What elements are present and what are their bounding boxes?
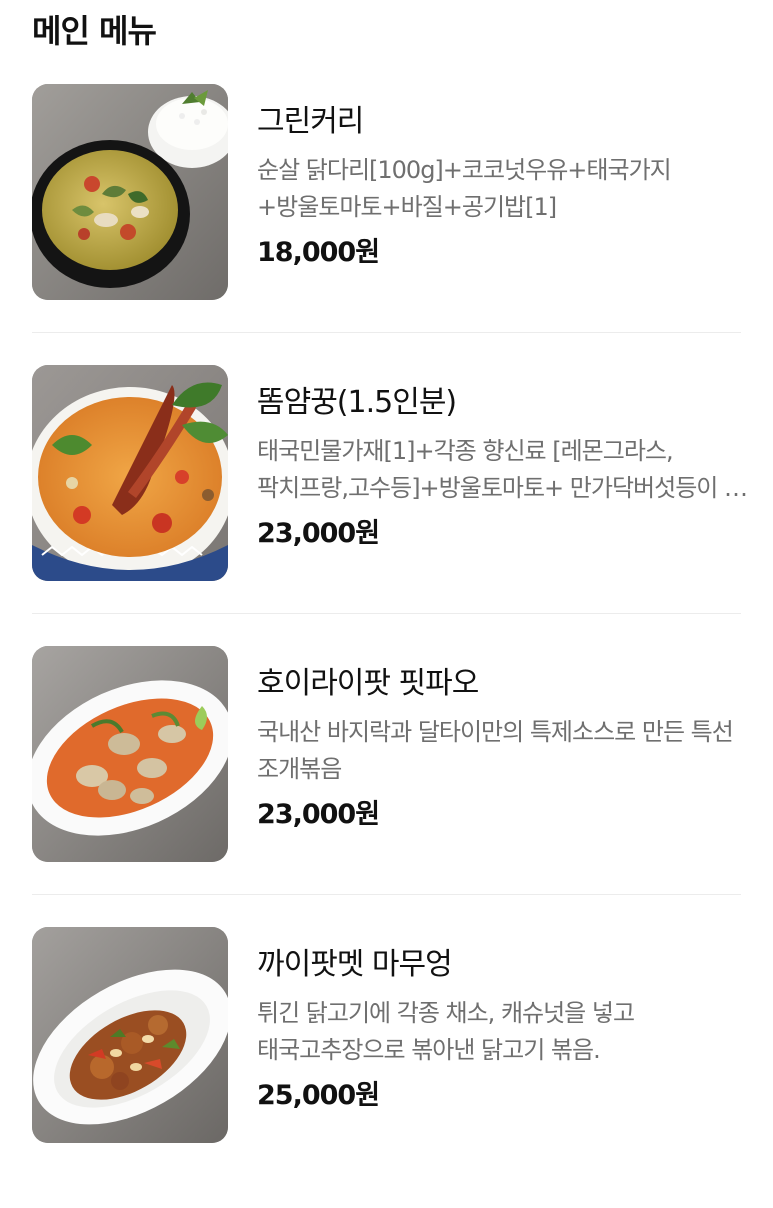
menu-item-description: 순살 닭다리[100g]+코코넛우유+태국가지+방울토마토+바질+공기밥[1] [257,156,672,221]
menu-item-info: 까이팟멧 마무엉 튀긴 닭고기에 각종 채소, 캐슈넛을 넣고 태국고추장으로 … [257,927,747,1115]
menu-item-price: 18,000원 [257,237,380,268]
menu-item-price: 23,000원 [257,518,380,549]
menu-item-description: 튀긴 닭고기에 각종 채소, 캐슈넛을 넣고 태국고추장으로 볶아낸 닭고기 볶… [257,999,635,1064]
menu-item-info: 똠얌꿍(1.5인분) 태국민물가재[1]+각종 향신료 [레몬그라스,팍치프랑,… [257,365,747,553]
menu-item-name: 호이라이팟 핏파오 [257,666,479,701]
menu-item[interactable]: 그린커리 순살 닭다리[100g]+코코넛우유+태국가지+방울토마토+바질+공기… [0,84,773,365]
menu-item-price: 25,000원 [257,1080,380,1111]
menu-item[interactable]: 똠얌꿍(1.5인분) 태국민물가재[1]+각종 향신료 [레몬그라스,팍치프랑,… [0,365,773,646]
tom-yum-photo[interactable] [32,365,228,581]
clam-stirfry-photo[interactable] [32,646,228,862]
menu-page: 메인 메뉴 그린커리 순살 닭다리[100g]+코코넛우유+태국가지+방울토마토… [0,0,773,1156]
menu-item-price: 23,000원 [257,799,380,830]
menu-item[interactable]: 호이라이팟 핏파오 국내산 바지락과 달타이만의 특제소스로 만든 특선 조개볶… [0,646,773,927]
menu-item-name: 그린커리 [257,104,364,139]
item-divider [32,613,741,614]
green-curry-photo[interactable] [32,84,228,300]
menu-item-info: 그린커리 순살 닭다리[100g]+코코넛우유+태국가지+방울토마토+바질+공기… [257,84,747,272]
menu-item-description: 국내산 바지락과 달타이만의 특제소스로 만든 특선 조개볶음 [257,718,734,783]
menu-item[interactable]: 까이팟멧 마무엉 튀긴 닭고기에 각종 채소, 캐슈넛을 넣고 태국고추장으로 … [0,927,773,1208]
menu-item-name: 까이팟멧 마무엉 [257,947,453,982]
menu-item-name: 똠얌꿍(1.5인분) [257,385,457,420]
section-title: 메인 메뉴 [32,12,157,50]
menu-item-description: 태국민물가재[1]+각종 향신료 [레몬그라스,팍치프랑,고수등]+방울토마토+… [257,437,747,502]
cashew-chicken-photo[interactable] [32,927,228,1143]
menu-item-info: 호이라이팟 핏파오 국내산 바지락과 달타이만의 특제소스로 만든 특선 조개볶… [257,646,747,834]
item-divider [32,894,741,895]
item-divider [32,332,741,333]
